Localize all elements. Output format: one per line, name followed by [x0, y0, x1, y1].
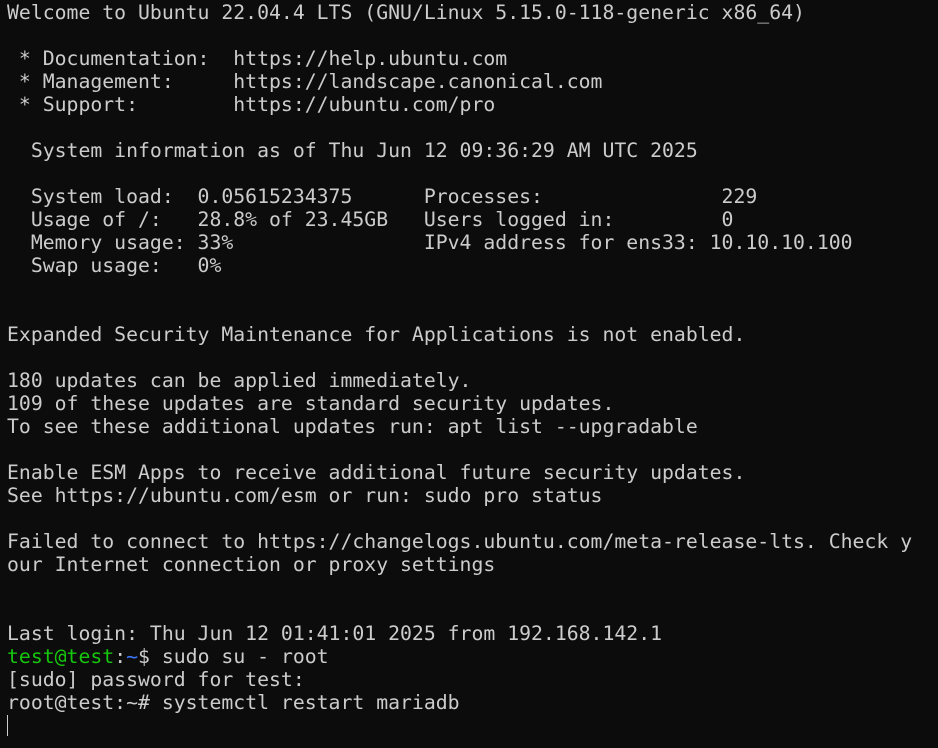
text-cursor	[7, 715, 8, 736]
output-line: Memory usage: 33% IPv4 address for ens33…	[7, 231, 853, 254]
output-line: Enable ESM Apps to receive additional fu…	[7, 461, 746, 484]
prompt-path: ~	[126, 645, 139, 668]
terminal-window[interactable]: Welcome to Ubuntu 22.04.4 LTS (GNU/Linux…	[0, 0, 938, 748]
output-line: * Management: https://landscape.canonica…	[7, 70, 603, 93]
prompt-user-host: test@test	[7, 645, 115, 668]
prompt-separator: :	[114, 645, 127, 668]
sudo-password-prompt: [sudo] password for test:	[7, 668, 305, 691]
root-command: systemctl restart mariadb	[161, 691, 460, 714]
output-line: Swap usage: 0%	[7, 254, 222, 277]
terminal-output: Welcome to Ubuntu 22.04.4 LTS (GNU/Linux…	[7, 1, 938, 645]
root-prompt-line: root@test:~# systemctl restart mariadb	[7, 691, 938, 714]
output-line: * Support: https://ubuntu.com/pro	[7, 93, 496, 116]
output-line: Expanded Security Maintenance for Applic…	[7, 323, 746, 346]
prompt-symbol: $	[138, 645, 162, 668]
output-line: Failed to connect to https://changelogs.…	[7, 530, 913, 553]
output-line: Last login: Thu Jun 12 01:41:01 2025 fro…	[7, 622, 663, 645]
output-line: System information as of Thu Jun 12 09:3…	[7, 139, 698, 162]
input-line[interactable]	[7, 714, 938, 737]
output-line: * Documentation: https://help.ubuntu.com	[7, 47, 508, 70]
user-prompt-line: test@test:~$ sudo su - root	[7, 645, 938, 668]
output-line: See https://ubuntu.com/esm or run: sudo …	[7, 484, 603, 507]
output-line: Usage of /: 28.8% of 23.45GB Users logge…	[7, 208, 734, 231]
output-line: System load: 0.05615234375 Processes: 22…	[7, 185, 758, 208]
output-line: To see these additional updates run: apt…	[7, 415, 698, 438]
prompt-command: sudo su - root	[161, 645, 329, 668]
output-line: 109 of these updates are standard securi…	[7, 392, 615, 415]
output-line: our Internet connection or proxy setting…	[7, 553, 496, 576]
output-line: 180 updates can be applied immediately.	[7, 369, 472, 392]
root-prompt: root@test:~#	[7, 691, 162, 714]
output-line: Welcome to Ubuntu 22.04.4 LTS (GNU/Linux…	[7, 1, 805, 24]
